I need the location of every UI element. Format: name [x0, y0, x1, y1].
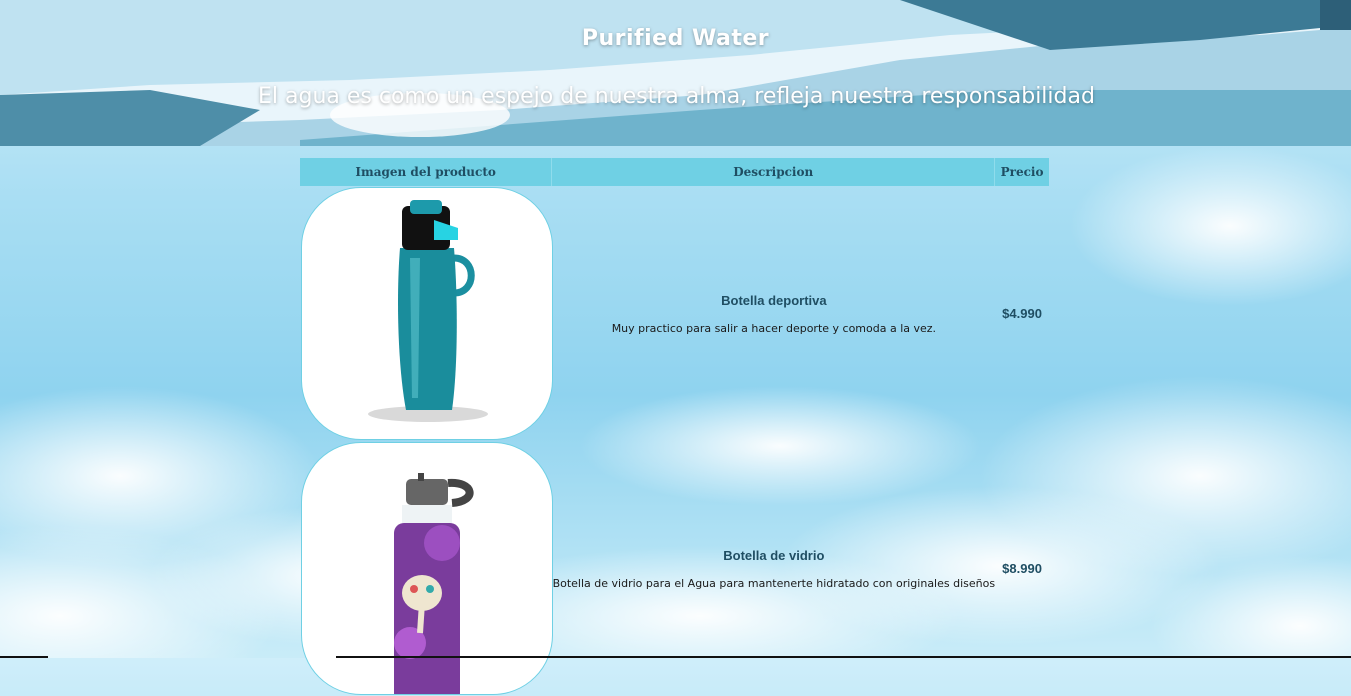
product-description: Muy practico para salir a hacer deporte … — [611, 321, 937, 335]
products-table: Imagen del producto Descripcion Precio B… — [300, 158, 1049, 696]
table-header-row: Imagen del producto Descripcion Precio — [300, 158, 1049, 186]
product-name: Botella de vidrio — [723, 547, 825, 563]
product-image-cell — [301, 187, 553, 440]
product-name: Botella deportiva — [721, 292, 827, 308]
glacier-image — [0, 0, 1351, 146]
header-banner: Purified Water El agua es como un espejo… — [0, 0, 1351, 146]
page-title: Purified Water — [581, 26, 770, 51]
sports-bottle-image — [368, 200, 488, 422]
header-image: Imagen del producto — [300, 158, 553, 186]
description-cell: Botella deportiva Muy practico para sali… — [553, 186, 995, 441]
product-price: $4.990 — [1002, 306, 1042, 321]
table-row: Botella deportiva Muy practico para sali… — [300, 186, 1049, 441]
product-description: Botella de vidrio para el Agua para mant… — [552, 576, 996, 590]
page-subtitle: El agua es como un espejo de nuestra alm… — [258, 84, 1095, 109]
header-description: Descripcion — [552, 158, 996, 186]
header-price: Precio — [1000, 165, 1044, 179]
